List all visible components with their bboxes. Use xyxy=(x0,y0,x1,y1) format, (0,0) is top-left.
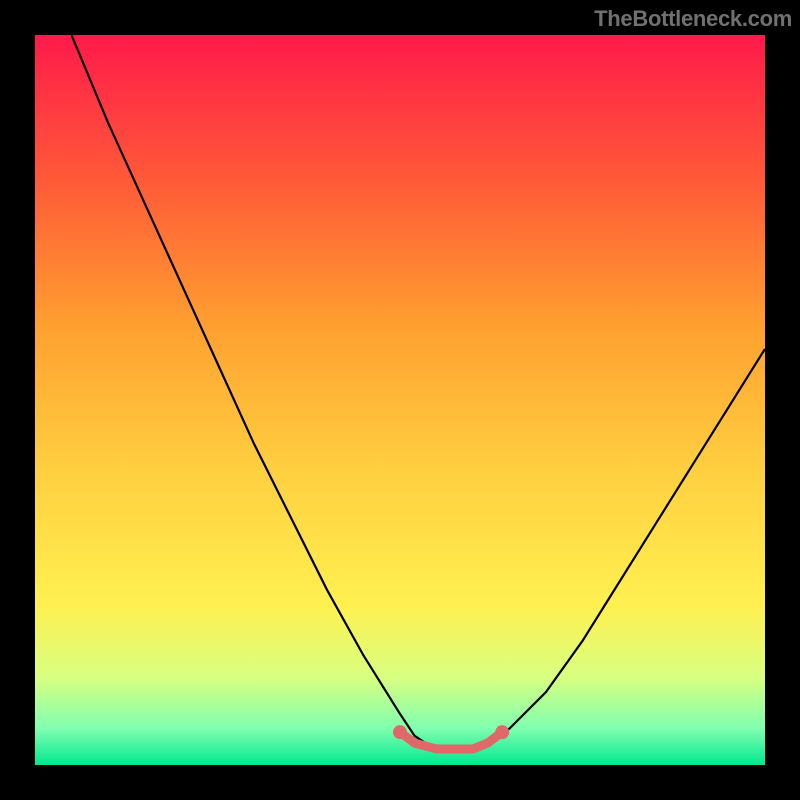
marker-end-dot xyxy=(495,725,509,739)
watermark-text: TheBottleneck.com xyxy=(594,6,792,32)
chart-svg xyxy=(35,35,765,765)
plot-area xyxy=(35,35,765,765)
marker-end-dot xyxy=(393,725,407,739)
gradient-background xyxy=(35,35,765,765)
chart-container: TheBottleneck.com xyxy=(0,0,800,800)
